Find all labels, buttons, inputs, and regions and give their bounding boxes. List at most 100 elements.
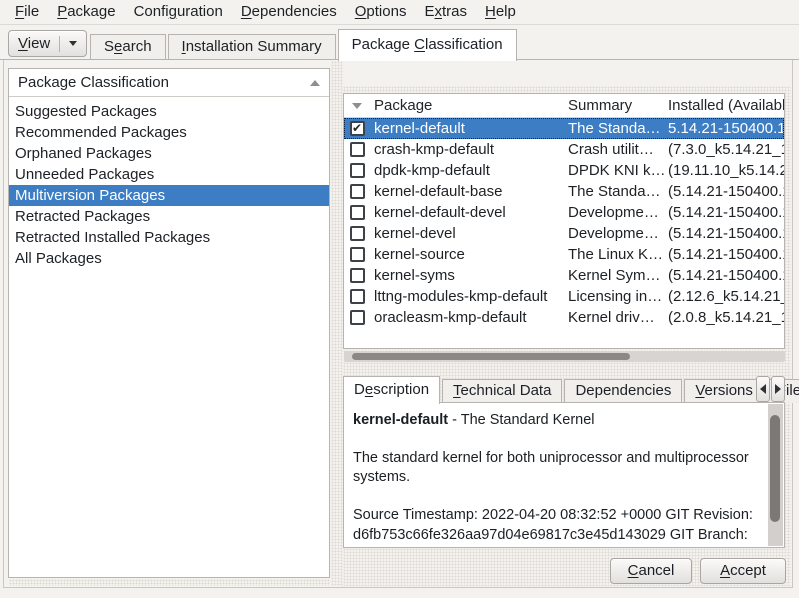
row-checkbox-cell [344,289,370,304]
table-horizontal-scrollbar-thumb[interactable] [352,353,630,360]
summary-cell: Crash utilit… [566,141,666,158]
package-name-cell: kernel-default-devel [370,204,566,221]
status-column-header[interactable] [344,103,370,109]
row-checkbox[interactable] [350,121,365,136]
classification-header-label: Package Classification [18,74,169,91]
classification-panel: Package Classification Suggested Package… [8,68,330,578]
toolbar-tab[interactable]: Search [90,34,166,60]
description-source-info: Source Timestamp: 2022-04-20 08:32:52 +0… [353,506,765,547]
table-row[interactable]: oracleasm-kmp-defaultKernel driv…(2.0.8_… [344,307,784,328]
row-checkbox-cell [344,226,370,241]
menu-item[interactable]: File [6,0,48,24]
view-button-label: View [18,35,50,52]
accept-button[interactable]: Accept [700,558,786,584]
installed-cell: (5.14.21-150400.19 [666,225,784,242]
row-checkbox-cell [344,184,370,199]
row-checkbox[interactable] [350,226,365,241]
chevron-down-icon [69,41,77,46]
menu-item[interactable]: Options [346,0,416,24]
summary-column-header[interactable]: Summary [566,97,666,114]
package-table-header: Package Summary Installed (Available) [344,94,784,118]
menu-item[interactable]: Configuration [125,0,232,24]
tab-scroll-right-button[interactable] [771,376,785,402]
panel-splitter[interactable] [331,61,343,586]
classification-list: Suggested PackagesRecommended PackagesOr… [9,97,329,269]
installed-column-header[interactable]: Installed (Available) [666,97,784,114]
classification-list-item[interactable]: Recommended Packages [9,122,329,143]
installed-cell: 5.14.21-150400.19 [666,120,784,137]
package-name-cell: kernel-source [370,246,566,263]
row-checkbox[interactable] [350,268,365,283]
menu-item[interactable]: Dependencies [232,0,346,24]
toolbar-tab[interactable]: Package Classification [338,29,517,61]
row-checkbox-cell [344,142,370,157]
menu-item[interactable]: Extras [415,0,476,24]
installed-cell: (2.0.8_k5.14.21_150 [666,309,784,326]
package-name-cell: crash-kmp-default [370,141,566,158]
description-panel: kernel-default - The Standard Kernel The… [343,402,785,548]
installed-cell: (5.14.21-150400.19 [666,246,784,263]
row-checkbox[interactable] [350,310,365,325]
classification-list-item[interactable]: Retracted Installed Packages [9,227,329,248]
row-checkbox[interactable] [350,142,365,157]
cancel-button[interactable]: Cancel [610,558,692,584]
table-row[interactable]: kernel-default-baseThe Standa…(5.14.21-1… [344,181,784,202]
table-row[interactable]: crash-kmp-defaultCrash utilit…(7.3.0_k5.… [344,139,784,160]
package-name-cell: lttng-modules-kmp-default [370,288,566,305]
table-row[interactable]: kernel-default-develDevelopme…(5.14.21-1… [344,202,784,223]
classification-list-item[interactable]: Unneeded Packages [9,164,329,185]
installed-cell: (19.11.10_k5.14.21_ [666,162,784,179]
detail-tab[interactable]: Description [343,376,440,404]
toolbar: View SearchInstallation SummaryPackage C… [0,25,799,60]
arrow-left-icon [760,384,766,394]
row-checkbox-cell [344,121,370,136]
package-column-header[interactable]: Package [370,97,566,114]
classification-list-item[interactable]: Multiversion Packages [9,185,329,206]
table-row[interactable]: kernel-sourceThe Linux K…(5.14.21-150400… [344,244,784,265]
table-row[interactable]: lttng-modules-kmp-defaultLicensing in…(2… [344,286,784,307]
classification-list-item[interactable]: Orphaned Packages [9,143,329,164]
classification-header[interactable]: Package Classification [9,69,329,97]
detail-tab[interactable]: Technical Data [442,379,562,403]
installed-cell: (2.12.6_k5.14.21_15 [666,288,784,305]
package-name-cell: kernel-default [370,120,566,137]
menu-item[interactable]: Help [476,0,525,24]
table-row[interactable]: kernel-symsKernel Sym…(5.14.21-150400.19 [344,265,784,286]
view-button[interactable]: View [8,30,87,57]
table-row[interactable]: kernel-develDevelopme…(5.14.21-150400.19 [344,223,784,244]
row-checkbox[interactable] [350,247,365,262]
menu-item[interactable]: Package [48,0,124,24]
tab-scroll-left-button[interactable] [756,376,770,402]
arrow-right-icon [775,384,781,394]
detail-tabs: DescriptionTechnical DataDependenciesVer… [343,375,785,403]
view-button-separator [59,36,60,52]
classification-list-item[interactable]: All Packages [9,248,329,269]
toolbar-tabs: SearchInstallation SummaryPackage Classi… [90,25,519,60]
detail-tab[interactable]: Dependencies [564,379,682,403]
toolbar-tab[interactable]: Installation Summary [168,34,336,60]
package-table-body: kernel-defaultThe Standa…5.14.21-150400.… [344,118,784,328]
sort-descending-icon [352,103,362,109]
package-manager-window: FilePackageConfigurationDependenciesOpti… [0,0,799,598]
classification-list-item[interactable]: Retracted Packages [9,206,329,227]
summary-cell: Licensing in… [566,288,666,305]
table-row[interactable]: dpdk-kmp-defaultDPDK KNI k…(19.11.10_k5.… [344,160,784,181]
detail-tab[interactable]: Versions [684,379,764,403]
detail-tab-scroll-buttons [756,376,785,402]
table-horizontal-scrollbar[interactable] [344,351,785,362]
description-vertical-scrollbar[interactable] [768,404,783,546]
table-row[interactable]: kernel-defaultThe Standa…5.14.21-150400.… [344,118,784,139]
installed-cell: (7.3.0_k5.14.21_150 [666,141,784,158]
row-checkbox[interactable] [350,163,365,178]
description-title-rest: - The Standard Kernel [448,412,594,428]
row-checkbox[interactable] [350,184,365,199]
summary-cell: Developme… [566,225,666,242]
row-checkbox[interactable] [350,289,365,304]
summary-cell: Kernel Sym… [566,267,666,284]
summary-cell: Developme… [566,204,666,221]
classification-list-item[interactable]: Suggested Packages [9,101,329,122]
description-vertical-scrollbar-thumb[interactable] [770,415,780,522]
package-name-cell: kernel-syms [370,267,566,284]
row-checkbox[interactable] [350,205,365,220]
row-checkbox-cell [344,247,370,262]
